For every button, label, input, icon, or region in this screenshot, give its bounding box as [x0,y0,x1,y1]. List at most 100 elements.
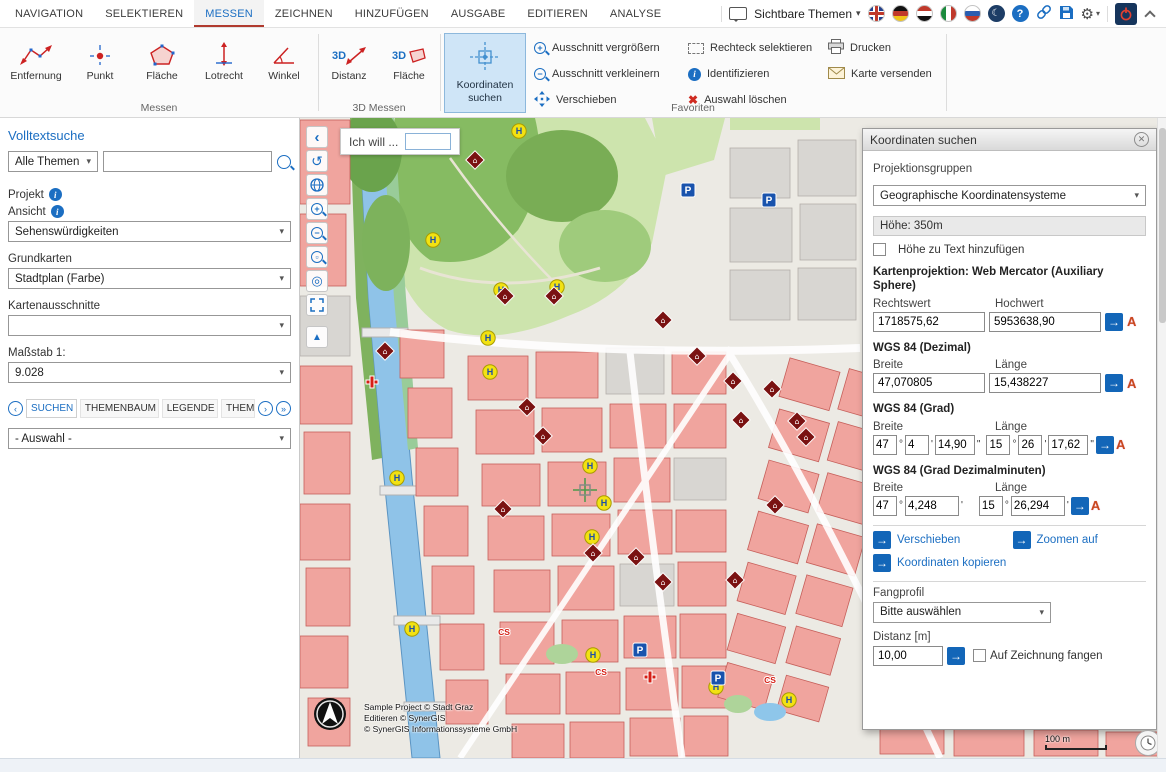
full-extent-button[interactable] [306,294,328,316]
tool-drucken[interactable]: Drucken [828,37,891,59]
tabs-scroll-left-icon[interactable]: ‹ [8,401,23,416]
center-target-button[interactable] [306,270,328,292]
menu-messen[interactable]: MESSEN [194,0,264,27]
vertical-scrollbar[interactable] [1157,118,1166,758]
tool-rechteck-selektieren[interactable]: Rechteck selektieren [688,37,812,59]
fangen-checkbox[interactable] [973,649,986,662]
tool-karte-versenden[interactable]: Karte versenden [828,63,932,85]
sichtbare-themen-dropdown[interactable]: Sichtbare Themen [754,7,860,21]
wgs-gdm-label-button[interactable] [1091,498,1100,513]
tab-themenabfrage[interactable]: THEM [221,399,255,418]
tool-punkt[interactable]: Punkt [70,36,130,82]
zoomen-auf-action[interactable]: Zoomen auf [1013,531,1147,549]
volltextsuche-link[interactable]: Volltextsuche [8,128,291,143]
gdm-laenge-deg-input[interactable] [979,496,1003,516]
wgs-dezimal-label-button[interactable] [1127,376,1136,391]
menu-editieren[interactable]: EDITIEREN [516,0,598,27]
language-flag-ar-icon[interactable] [916,5,933,22]
grad-breite-deg-input[interactable] [873,435,897,455]
rechtswert-input[interactable] [873,312,985,332]
tabs-scroll-right-icon[interactable]: › [258,401,273,416]
gdm-breite-min-input[interactable] [905,496,959,516]
map-zoom-in-button[interactable] [306,198,328,220]
search-icon[interactable] [277,155,291,169]
link-icon[interactable] [1036,4,1052,23]
pan-up-button[interactable] [306,326,328,348]
auswahl-select[interactable]: - Auswahl - [8,428,291,449]
ansicht-select[interactable]: Sehenswürdigkeiten [8,221,291,242]
gdm-breite-deg-input[interactable] [873,496,897,516]
collapse-sidebar-button[interactable] [306,126,328,148]
ansicht-info-icon[interactable] [51,205,64,218]
dark-mode-moon-icon[interactable] [988,5,1005,22]
menu-navigation[interactable]: NAVIGATION [4,0,94,27]
hoehe-checkbox-row[interactable]: Höhe zu Text hinzufügen [873,243,1146,256]
scrollbar-thumb[interactable] [1159,128,1166,323]
tab-suchen[interactable]: SUCHEN [26,399,77,418]
settings-gear-icon[interactable] [1081,5,1100,23]
tool-winkel[interactable]: Winkel [254,36,314,82]
tool-3d-distanz[interactable]: 3D Distanz [322,36,376,82]
laenge-dezimal-input[interactable] [989,373,1101,393]
speech-bubble-icon [729,7,747,20]
menu-ausgabe[interactable]: AUSGABE [440,0,517,27]
language-flag-de-icon[interactable] [892,5,909,22]
reset-view-button[interactable] [306,150,328,172]
grad-laenge-sec-input[interactable] [1048,435,1088,455]
logout-power-button[interactable] [1115,3,1137,25]
kartenausschnitte-select[interactable] [8,315,291,336]
globe-button[interactable] [306,174,328,196]
tool-flaeche[interactable]: Fläche [132,36,192,82]
mercator-label-button[interactable] [1127,314,1136,329]
wgs-grad-go-button[interactable] [1096,436,1114,454]
tool-entfernung[interactable]: Entfernung [6,36,66,82]
distanz-input[interactable] [873,646,943,666]
grundkarten-select[interactable]: Stadtplan (Farbe) [8,268,291,289]
kopieren-action[interactable]: Koordinaten kopieren [873,554,1146,572]
tool-ausschnitt-vergroessern[interactable]: Ausschnitt vergrößern [534,37,660,59]
wgs-gdm-go-button[interactable] [1071,497,1089,515]
massstab-select[interactable]: 9.028 [8,362,291,383]
map-zoom-out-button[interactable] [306,222,328,244]
menu-selektieren[interactable]: SELEKTIEREN [94,0,194,27]
tool-lotrecht[interactable]: Lotrecht [194,36,254,82]
grad-breite-min-input[interactable] [905,435,929,455]
close-icon[interactable] [1134,132,1149,147]
help-icon[interactable] [1012,5,1029,22]
wgs-dezimal-go-button[interactable] [1105,374,1123,392]
fangprofil-select[interactable]: Bitte auswählen [873,602,1051,623]
tool-3d-flaeche[interactable]: 3D Fläche [382,36,436,82]
distanz-go-button[interactable] [947,647,965,665]
mercator-go-button[interactable] [1105,313,1123,331]
tab-themenbaum[interactable]: THEMENBAUM [80,399,159,418]
menu-hinzufuegen[interactable]: HINZUFÜGEN [344,0,440,27]
projektionsgruppen-select[interactable]: Geographische Koordinatensysteme [873,185,1146,206]
save-icon[interactable] [1059,5,1074,23]
grad-laenge-min-input[interactable] [1018,435,1042,455]
menu-analyse[interactable]: ANALYSE [599,0,672,27]
theme-filter-select[interactable]: Alle Themen [8,151,98,172]
projekt-info-icon[interactable] [49,188,62,201]
grad-laenge-deg-input[interactable] [986,435,1010,455]
hochwert-input[interactable] [989,312,1101,332]
select-rectangle-icon [688,43,704,54]
collapse-ribbon-chevron-icon[interactable] [1144,10,1155,21]
hoehe-checkbox[interactable] [873,243,886,256]
wgs-grad-label-button[interactable] [1116,437,1125,452]
language-flag-en-icon[interactable] [868,5,885,22]
language-flag-it-icon[interactable] [940,5,957,22]
verschieben-action[interactable]: Verschieben [873,531,1007,549]
tool-identifizieren[interactable]: Identifizieren [688,63,769,85]
grad-breite-sec-input[interactable] [935,435,975,455]
tabs-overflow-icon[interactable]: » [276,401,291,416]
menu-zeichnen[interactable]: ZEICHNEN [264,0,344,27]
search-input[interactable] [103,151,272,172]
language-flag-ru-icon[interactable] [964,5,981,22]
koordinaten-suchen-button[interactable]: Koordinaten suchen [444,33,526,113]
gdm-laenge-min-input[interactable] [1011,496,1065,516]
tab-legende[interactable]: LEGENDE [162,399,218,418]
ich-will-input[interactable] [405,133,451,150]
zoom-window-button[interactable]: ▫ [306,246,328,268]
breite-dezimal-input[interactable] [873,373,985,393]
tool-ausschnitt-verkleinern[interactable]: Ausschnitt verkleinern [534,63,660,85]
